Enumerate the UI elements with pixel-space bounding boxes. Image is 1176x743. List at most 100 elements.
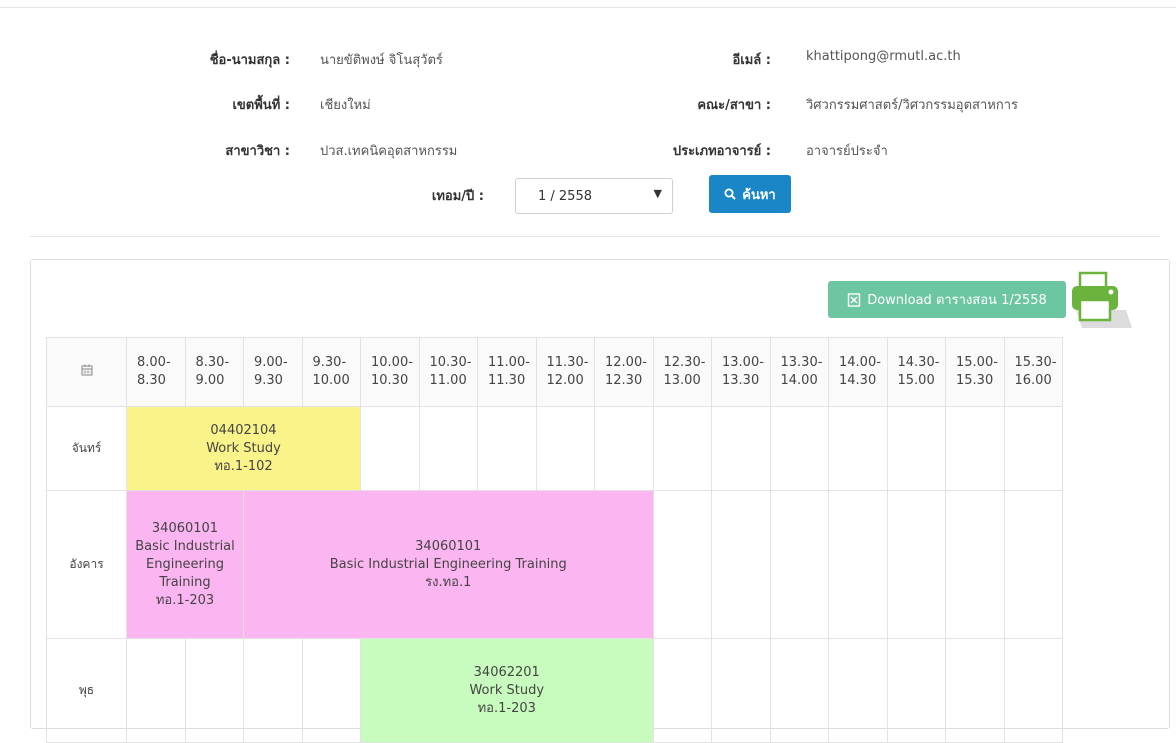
time-slot-header: 8.00- 8.30 [126,337,186,407]
empty-slot [828,490,888,639]
class-room: รง.ทอ.1 [425,574,472,590]
calendar-header-cell [46,337,127,407]
table-row: พุธ 34062201 Work Study ทอ.1-203 [46,638,1063,743]
empty-slot [886,638,946,743]
time-slot-end: 10.30 [371,373,409,388]
day-label: จันทร์ [46,406,127,491]
time-slot-end: 9.30 [254,373,283,388]
empty-slot [886,490,946,639]
empty-slot [477,406,537,491]
empty-slot [769,490,829,639]
time-slot-start: 9.30- [312,355,347,370]
time-slot-end: 12.00 [546,373,584,388]
time-slot-end: 16.00 [1014,373,1052,388]
time-slot-header: 12.30- 13.00 [652,337,712,407]
time-slot-start: 15.30- [1014,355,1057,370]
empty-slot [1003,490,1063,639]
empty-slot [711,638,771,743]
print-button[interactable] [1068,270,1132,328]
table-row: จันทร์ 04402104 Work Study ทอ.1-102 [46,406,1063,491]
time-slot-header: 14.30- 15.00 [886,337,946,407]
caret-down-icon: ▼ [653,187,662,200]
time-slot-start: 9.00- [254,355,288,370]
area-value: เชียงใหม่ [320,98,371,113]
empty-slot [711,490,771,639]
time-slot-end: 12.30 [605,373,643,388]
download-button-label: Download ตารางสอน 1/2558 [867,293,1047,308]
empty-slot [945,406,1005,491]
empty-slot [769,638,829,743]
empty-slot [769,406,829,491]
time-slot-start: 15.00- [956,355,998,370]
class-room: ทอ.1-203 [477,700,536,716]
time-slot-start: 8.30- [195,355,230,370]
empty-slot [301,638,361,743]
time-slot-start: 10.00- [371,355,413,370]
faculty-value: วิศวกรรมศาสตร์/วิศวกรรมอุตสาหการ [806,98,1019,113]
section-divider [30,236,1160,237]
time-slot-header: 10.30- 11.00 [418,337,478,407]
empty-slot [1003,638,1063,743]
empty-slot [418,406,478,491]
empty-slot [652,638,712,743]
term-select[interactable]: 1 / 2558 ▼ [515,178,673,214]
time-slot-end: 14.00 [780,373,818,388]
time-slot-start: 11.30- [546,355,589,370]
class-block[interactable]: 34062201 Work Study ทอ.1-203 [360,638,654,743]
search-button[interactable]: ค้นหา [709,175,791,213]
time-slot-header: 9.00- 9.30 [243,337,303,407]
time-slot-end: 9.00 [195,373,225,388]
time-slot-end: 13.00 [663,373,701,388]
class-title: Basic Industrial Engineering Training [329,556,567,572]
time-slot-start: 14.30- [897,355,940,370]
teacher-type-label: ประเภทอาจารย์ : [672,144,771,159]
class-room: ทอ.1-102 [214,458,273,474]
name-value: นายขัติพงษ์ จิโนสุวัตร์ [320,53,443,68]
class-title: Basic Industrial Engineering Training [135,538,235,590]
download-timetable-button[interactable]: Download ตารางสอน 1/2558 [828,281,1066,318]
time-slot-start: 12.30- [663,355,706,370]
program-label: สาขาวิชา : [225,144,290,159]
name-label: ชื่อ-นามสกุล : [209,53,290,68]
table-row: อังคาร 34060101 Basic Industrial Engineeri… [46,490,1063,639]
email-label: อีเมล์ : [732,53,771,68]
printer-icon [1072,271,1132,328]
time-slot-end: 11.00 [429,373,467,388]
program-value: ปวส.เทคนิคอุตสาหกรรม [320,144,458,159]
empty-slot [535,406,595,491]
time-slot-header: 13.00- 13.30 [711,337,771,407]
time-slot-header: 11.30- 12.00 [535,337,595,407]
time-slot-end: 15.30 [956,373,994,388]
time-slot-start: 14.00- [839,355,881,370]
time-slot-header: 11.00- 11.30 [477,337,537,407]
time-slot-header: 9.30- 10.00 [301,337,361,407]
class-block[interactable]: 04402104 Work Study ทอ.1-102 [126,406,361,491]
class-code: 34062201 [473,664,540,680]
time-slot-header: 8.30- 9.00 [184,337,244,407]
class-code: 34060101 [415,538,482,554]
empty-slot [126,638,186,743]
timetable: 8.00- 8.30 8.30- 9.00 9.00- 9.30 9.30- 10.00 10.… [46,337,1063,743]
class-code: 34060101 [151,520,219,536]
term-label: เทอม/ปี : [431,189,484,204]
time-slot-end: 13.30 [722,373,760,388]
class-block[interactable]: 34060101 Basic Industrial Engineering Tra… [126,490,244,639]
area-label: เขตพื้นที่ : [232,98,290,113]
empty-slot [184,638,244,743]
empty-slot [945,490,1005,639]
time-slot-header: 15.00- 15.30 [945,337,1005,407]
empty-slot [1003,406,1063,491]
teacher-type-value: อาจารย์ประจำ [806,144,888,159]
time-slot-start: 11.00- [488,355,530,370]
time-slot-start: 13.00- [722,355,764,370]
day-label: อังคาร [46,490,127,639]
class-title: Work Study [206,440,281,456]
top-divider [0,7,1176,8]
empty-slot [652,490,712,639]
empty-slot [886,406,946,491]
class-code: 04402104 [210,422,277,438]
time-slot-start: 12.00- [605,355,647,370]
time-slot-end: 11.30 [488,373,526,388]
class-block[interactable]: 34060101 Basic Industrial Engineering Tra… [243,490,654,639]
time-slot-header: 12.00- 12.30 [594,337,654,407]
